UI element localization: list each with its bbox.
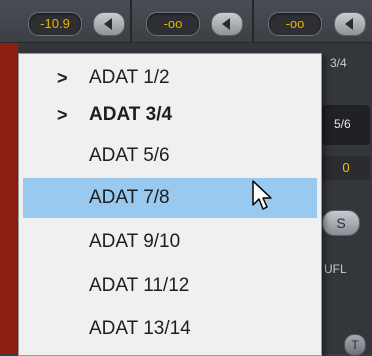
left-triangle-icon: [104, 18, 112, 30]
menu-item-adat-3-4[interactable]: > ADAT 3/4: [23, 95, 317, 135]
level-readout-3: -oo: [268, 12, 322, 36]
pan-left-button-2[interactable]: [211, 12, 243, 36]
left-triangle-icon: [345, 18, 353, 30]
channel-label-3-4: 3/4: [330, 56, 347, 70]
menu-item-adat-5-6[interactable]: ADAT 5/6: [23, 136, 317, 176]
pan-left-button-3[interactable]: [334, 12, 366, 36]
menu-item-label: ADAT 1/2: [89, 67, 170, 88]
channel-color-strip: [0, 0, 18, 354]
strip-separator: [252, 0, 254, 42]
menu-item-label: ADAT 13/14: [89, 318, 191, 339]
channel-label-5-6: 5/6: [334, 117, 351, 131]
level-readout-2: -oo: [146, 12, 200, 36]
channel-name-cell: 5/6: [322, 105, 370, 145]
menu-item-label: ADAT 11/12: [89, 275, 190, 296]
mouse-pointer-icon: [252, 180, 272, 210]
level-readout-1: -10.9: [28, 12, 82, 36]
left-triangle-icon: [222, 18, 230, 30]
menu-item-label: ADAT 9/10: [89, 231, 181, 252]
solo-button[interactable]: S: [322, 210, 360, 236]
menu-item-adat-13-14[interactable]: ADAT 13/14: [23, 309, 317, 349]
menu-item-label: ADAT 5/6: [89, 145, 170, 166]
menu-item-label: ADAT 3/4: [89, 104, 173, 125]
pan-left-button-1[interactable]: [93, 12, 125, 36]
menu-item-adat-11-12[interactable]: ADAT 11/12: [23, 266, 317, 306]
menu-item-adat-1-2[interactable]: > ADAT 1/2: [23, 58, 317, 98]
gain-value-readout[interactable]: 0: [322, 156, 370, 180]
channel-top-bar: -10.9 -oo -oo: [0, 0, 372, 43]
output-selection-menu: > ADAT 1/2 > ADAT 3/4 ADAT 5/6 ADAT 7/8 …: [18, 53, 322, 356]
strip-separator: [130, 0, 132, 42]
menu-item-adat-9-10[interactable]: ADAT 9/10: [23, 222, 317, 262]
menu-item-label: ADAT 7/8: [89, 187, 170, 208]
submenu-arrow-icon: >: [57, 105, 68, 125]
talkback-button[interactable]: T: [344, 334, 366, 356]
ufl-label: UFL: [324, 262, 347, 276]
submenu-arrow-icon: >: [57, 68, 68, 88]
